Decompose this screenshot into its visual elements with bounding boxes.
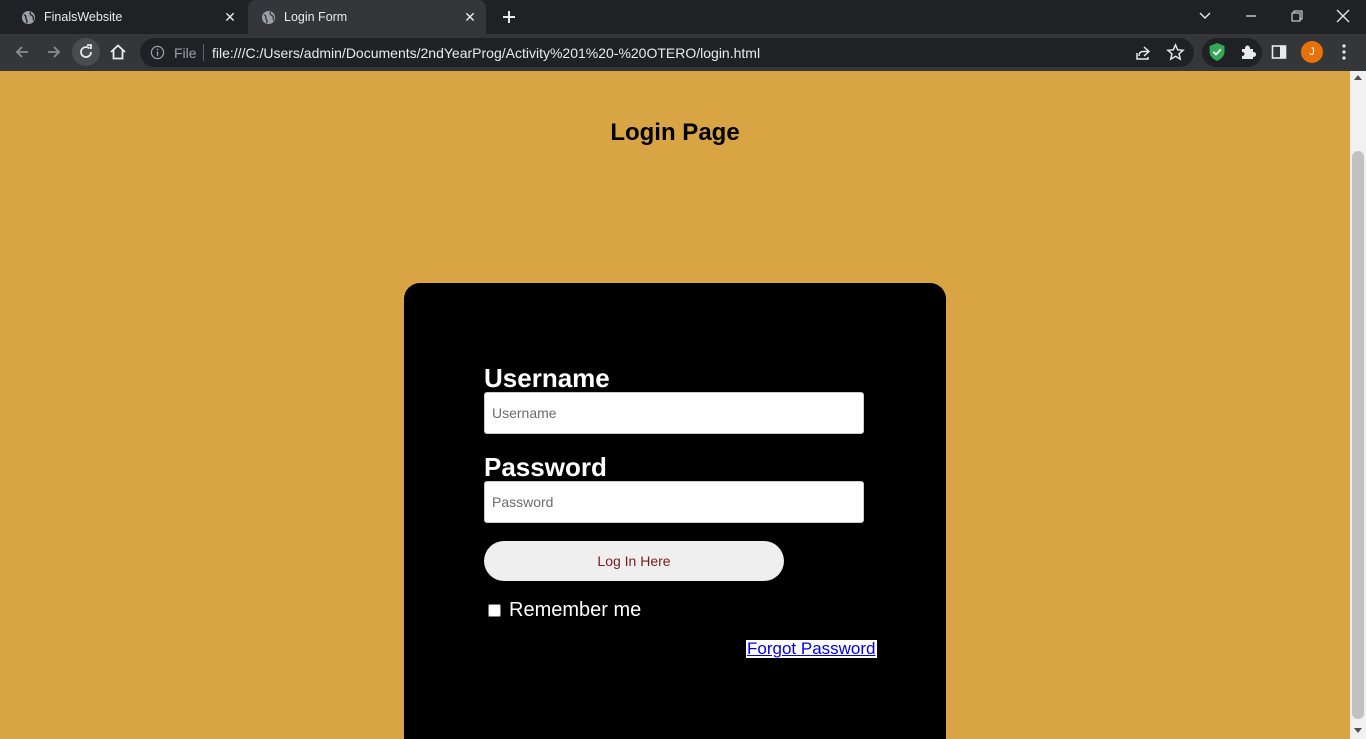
tab-title: FinalsWebsite <box>44 10 123 24</box>
home-icon[interactable] <box>104 38 132 66</box>
bookmark-star-icon[interactable] <box>1166 43 1185 62</box>
scroll-thumb[interactable] <box>1352 151 1364 719</box>
page-scrollbar[interactable] <box>1350 71 1366 739</box>
remember-me-row: Remember me <box>488 599 641 622</box>
password-label: Password <box>484 452 607 482</box>
login-form-card: Username Password Log In Here Remember m… <box>404 283 946 739</box>
address-bar[interactable]: File file:///C:/Users/admin/Documents/2n… <box>140 38 1194 67</box>
address-scheme-label: File <box>174 45 197 61</box>
close-window-icon[interactable] <box>1320 0 1366 32</box>
reload-icon[interactable] <box>72 38 100 66</box>
remember-me-label[interactable]: Remember me <box>509 599 641 622</box>
scroll-up-arrow-icon[interactable] <box>1354 75 1362 80</box>
username-input[interactable] <box>484 392 864 434</box>
tab-search-chevron-icon[interactable] <box>1182 0 1228 32</box>
login-button[interactable]: Log In Here <box>484 541 784 581</box>
minimize-icon[interactable] <box>1228 0 1274 32</box>
side-panel-icon[interactable] <box>1266 39 1292 65</box>
remember-me-checkbox[interactable] <box>488 604 501 617</box>
kebab-menu-icon[interactable] <box>1331 39 1357 65</box>
page-title: Login Page <box>610 119 740 146</box>
restore-icon[interactable] <box>1274 0 1320 32</box>
tab-strip: FinalsWebsite ✕ Login Form ✕ <box>0 0 1366 34</box>
browser-toolbar: File file:///C:/Users/admin/Documents/2n… <box>0 34 1366 71</box>
password-input[interactable] <box>484 481 864 523</box>
shield-extension-icon[interactable] <box>1204 39 1230 65</box>
globe-icon <box>21 10 36 25</box>
scroll-down-arrow-icon[interactable] <box>1354 728 1362 733</box>
globe-icon <box>261 10 276 25</box>
username-label: Username <box>484 363 610 393</box>
forgot-password-link[interactable]: Forgot Password <box>745 639 878 659</box>
tab-login-form[interactable]: Login Form ✕ <box>248 0 486 34</box>
profile-avatar[interactable]: J <box>1301 41 1323 63</box>
share-icon[interactable] <box>1134 44 1152 62</box>
forward-arrow-icon[interactable] <box>40 38 68 66</box>
new-tab-plus-icon[interactable] <box>498 6 520 28</box>
close-tab-icon[interactable]: ✕ <box>222 9 238 25</box>
tab-finalswebsite[interactable]: FinalsWebsite ✕ <box>8 0 246 34</box>
address-url[interactable]: file:///C:/Users/admin/Documents/2ndYear… <box>212 45 760 61</box>
info-icon[interactable] <box>150 45 165 60</box>
address-separator <box>203 44 204 61</box>
page-viewport: Login Page Username Password Log In Here… <box>0 71 1350 739</box>
back-arrow-icon[interactable] <box>8 38 36 66</box>
tab-title: Login Form <box>284 10 348 24</box>
puzzle-extensions-icon[interactable] <box>1235 39 1261 65</box>
close-tab-icon[interactable]: ✕ <box>462 9 478 25</box>
